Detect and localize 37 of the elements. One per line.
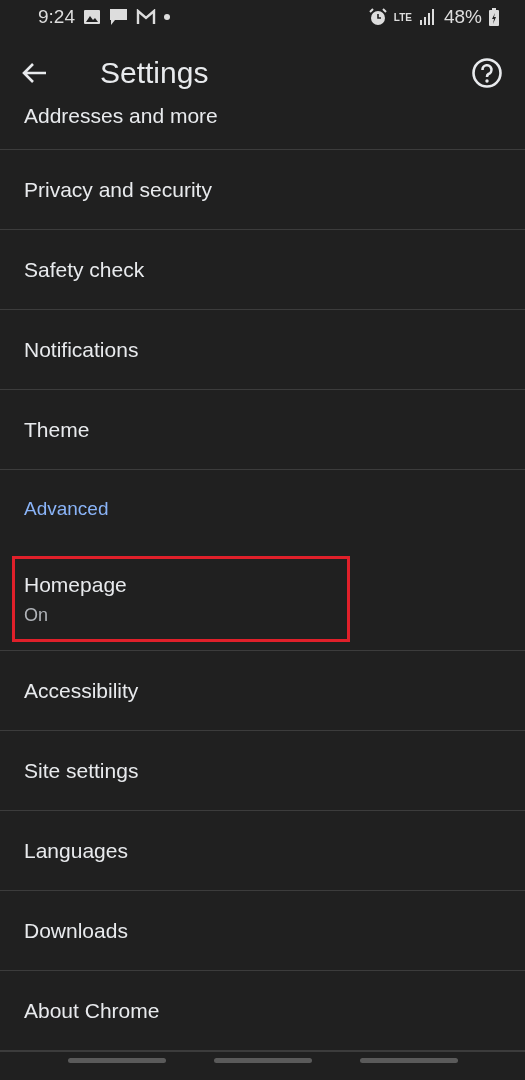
item-label: Homepage — [24, 572, 128, 597]
settings-item[interactable]: Theme — [12, 394, 350, 465]
section-header: Advanced — [23, 497, 110, 521]
nav-handle[interactable] — [67, 1058, 166, 1063]
settings-item[interactable]: Addresses and more — [15, 103, 227, 129]
nav-handle[interactable] — [359, 1058, 458, 1063]
settings-item[interactable]: About Chrome — [12, 975, 350, 1046]
mail-icon — [136, 9, 156, 25]
message-icon — [109, 8, 128, 26]
battery-level: 48% — [443, 6, 482, 28]
network-label: LTE — [393, 11, 412, 23]
alarm-icon — [368, 8, 387, 26]
settings-item[interactable]: Safety check — [12, 234, 350, 305]
item-label: Languages — [24, 838, 129, 863]
dot-icon — [164, 14, 170, 20]
battery-icon — [489, 8, 499, 26]
item-label: Accessibility — [24, 678, 140, 703]
settings-item[interactable]: Privacy and security — [12, 154, 350, 225]
settings-item[interactable]: Downloads — [12, 895, 350, 966]
item-summary: On — [24, 604, 49, 626]
image-icon — [83, 9, 101, 25]
page-title: Settings — [100, 56, 210, 90]
item-label: About Chrome — [24, 998, 161, 1023]
item-label: Privacy and security — [24, 177, 213, 202]
signal-icon — [418, 9, 435, 25]
status-time: 9:24 — [38, 6, 75, 28]
item-label: Notifications — [24, 337, 140, 362]
settings-item[interactable]: Accessibility — [12, 655, 350, 726]
item-label: Site settings — [24, 758, 140, 783]
item-label: Safety check — [24, 257, 146, 282]
settings-item[interactable]: Homepage On — [12, 556, 350, 642]
nav-handle[interactable] — [213, 1058, 312, 1063]
settings-item[interactable]: Languages — [12, 815, 350, 886]
item-label: Downloads — [24, 918, 129, 943]
item-label: Theme — [24, 417, 91, 442]
settings-item[interactable]: Site settings — [12, 735, 350, 806]
settings-item[interactable]: Notifications — [12, 314, 350, 385]
